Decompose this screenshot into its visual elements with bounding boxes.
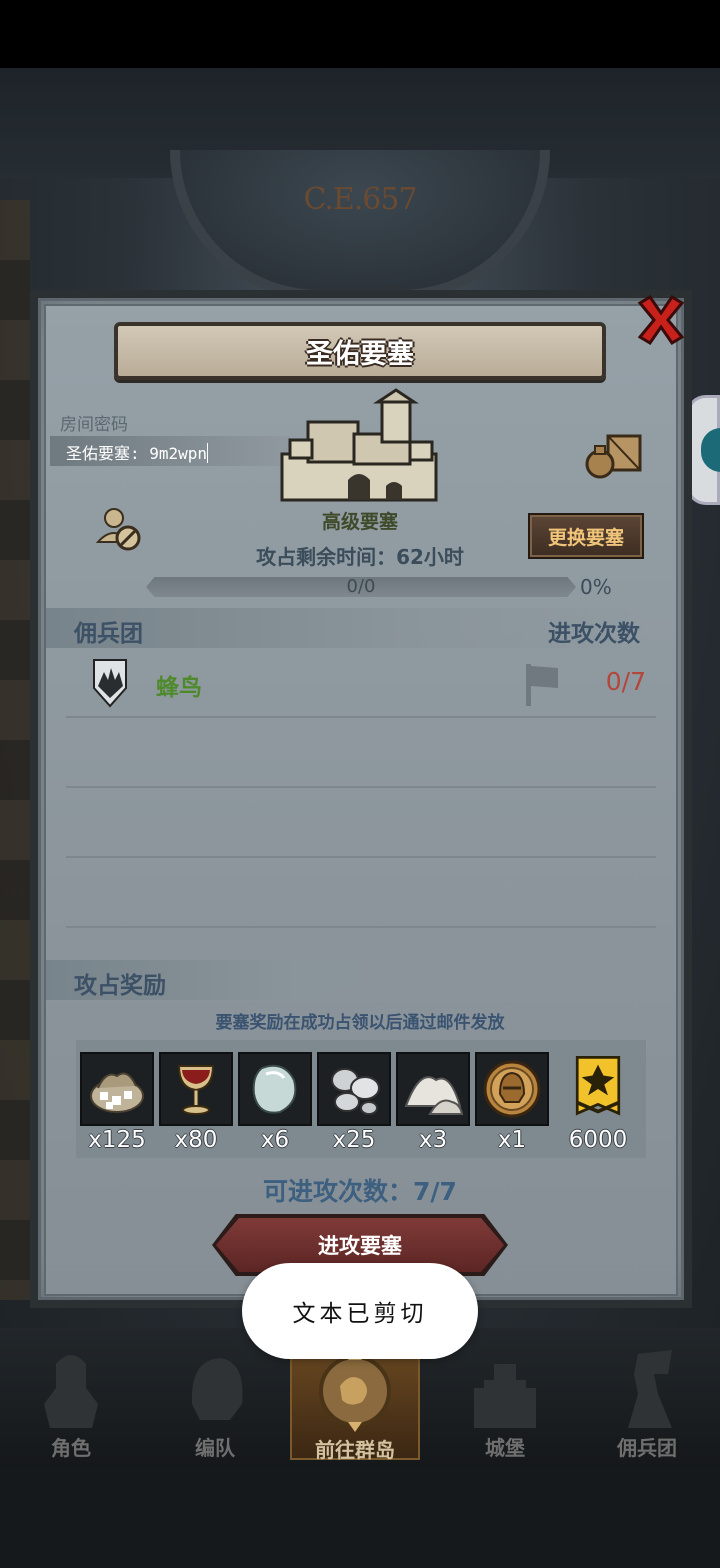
reward-section-label: 攻占奖励 [74,973,166,999]
remaining-attacks: 可进攻次数：7/7 [263,1177,457,1206]
room-password-label: 房间密码 [60,415,128,435]
toast-text: 文本已剪切 [292,1301,428,1327]
reward-item[interactable] [475,1052,549,1126]
reward-quantity: x6 [260,1127,290,1153]
salt-pile-icon [404,1076,464,1115]
reward-item[interactable] [317,1052,391,1126]
reward-slot [475,1052,549,1126]
mercenary-section-label: 佣兵团 [74,621,143,647]
reward-item[interactable] [159,1052,233,1126]
system-nav-bar [0,1468,720,1568]
nav-item-castle[interactable]: 城堡 [440,1340,570,1460]
reward-quantity: x125 [88,1127,146,1153]
change-fortress-button[interactable]: 更换要塞 [528,513,644,559]
mercenary-name: 蜂鸟 [156,675,202,701]
nav-item-role[interactable]: 角色 [6,1340,136,1460]
banner-emblem-icon [575,1056,621,1116]
text-caret [207,443,209,463]
reward-item[interactable] [562,1052,634,1126]
attack-count-header: 进攻次数 [548,621,640,647]
silver-pile-icon [331,1068,380,1115]
reward-slot [80,1052,154,1126]
guild-shield-icon [93,659,127,708]
island-icon [319,1350,391,1432]
dialog-title: 圣佑要塞 [306,338,414,370]
knight-helmet-coin-icon [483,1060,541,1118]
reward-quantity: x25 [332,1127,376,1153]
knight-icon [44,1355,98,1428]
nav-label: 角色 [51,1436,91,1460]
toast-message: 文本已剪切 [242,1263,478,1359]
time-remaining: 攻占剩余时间：62小时 [256,545,464,569]
gemstone-icon [252,1064,297,1114]
room-password-input[interactable]: 圣佑要塞: 9m2wpn [50,436,290,466]
mercenary-icon [628,1350,672,1428]
reward-item[interactable] [80,1052,154,1126]
helmet-icon [191,1358,243,1420]
flag-icon [526,664,558,706]
row-divider [66,856,656,858]
castle-icon [474,1364,536,1428]
capture-progress-text: 0/0 [346,576,376,597]
capture-progress-percent: 0% [580,575,612,599]
change-fortress-label: 更换要塞 [547,526,624,549]
row-divider [66,786,656,788]
close-button[interactable] [630,290,692,350]
reward-quantity: 6000 [568,1127,628,1153]
nav-item-mercenary[interactable]: 佣兵团 [582,1340,712,1460]
mercenary-attack-count: 0/7 [605,667,646,696]
reward-quantity: x1 [497,1127,527,1153]
reward-slot [317,1052,391,1126]
nav-label: 城堡 [485,1436,525,1460]
nav-label: 编队 [195,1436,235,1460]
reward-quantity: x3 [418,1127,448,1153]
fortress-grade: 高级要塞 [321,511,398,533]
no-user-icon[interactable] [96,504,144,552]
close-icon [637,294,685,346]
reward-item[interactable] [238,1052,312,1126]
row-divider [66,716,656,718]
nav-label: 前往群岛 [315,1438,395,1462]
supply-bag-icon[interactable] [584,430,644,480]
ore-sack-icon [90,1072,144,1113]
reward-slot [238,1052,312,1126]
attack-fortress-label: 进攻要塞 [318,1234,402,1258]
room-password-value: 圣佑要塞: 9m2wpn [66,444,208,463]
status-bar [0,0,720,68]
nav-label: 佣兵团 [617,1436,677,1460]
reward-quantity: x80 [174,1127,218,1153]
reward-note: 要塞奖励在成功占领以后通过邮件发放 [215,1013,505,1033]
reward-slot [396,1052,470,1126]
fortress-castle-icon [280,388,438,502]
reward-item[interactable] [396,1052,470,1126]
background-left-map [0,200,30,1300]
nav-item-formation[interactable]: 编队 [150,1340,280,1460]
era-label: C.E.657 [303,182,417,217]
reward-slot [159,1052,233,1126]
dialog-title-banner: 圣佑要塞 [114,322,606,380]
reward-slot [562,1052,634,1126]
goblet-icon [177,1065,215,1115]
row-divider [66,926,656,928]
